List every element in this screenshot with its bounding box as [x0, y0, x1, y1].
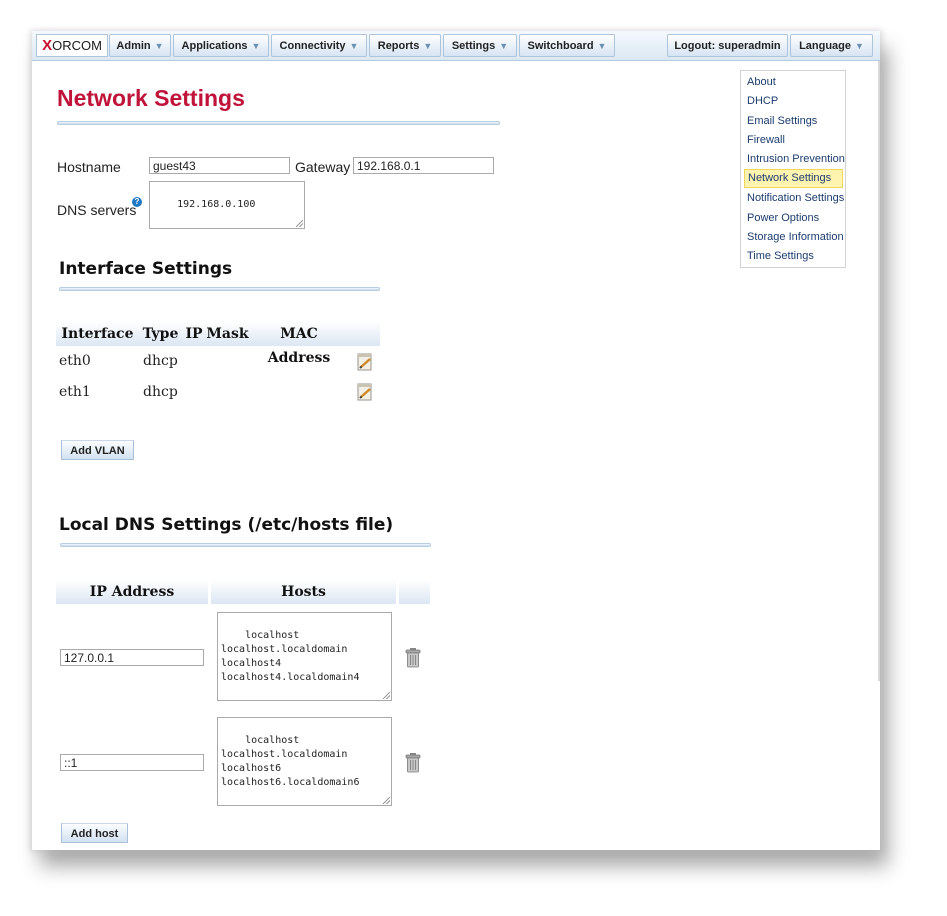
- col-actions: [349, 322, 380, 346]
- col-ip-address: IP Address: [56, 580, 210, 604]
- row-eth0-interface: eth0: [59, 353, 91, 369]
- sidemenu-item-intrusion-prevention[interactable]: Intrusion Prevention: [744, 150, 845, 169]
- sidemenu-item-storage-information[interactable]: Storage Information: [744, 228, 844, 247]
- sidemenu-item-power-options[interactable]: Power Options: [744, 209, 843, 228]
- title-divider: [57, 121, 500, 125]
- local-dns-divider: [60, 543, 431, 547]
- gateway-label: Gateway: [295, 159, 351, 175]
- row-eth1-type: dhcp: [143, 384, 178, 400]
- hosts-value: localhost localhost.localdomain localhos…: [221, 630, 360, 683]
- logout-label: Logout: superadmin: [674, 40, 781, 52]
- logo-text: ORCOM: [52, 38, 102, 53]
- nav-connectivity[interactable]: Connectivity ▼: [271, 34, 367, 57]
- trash-icon[interactable]: [404, 647, 422, 668]
- chevron-down-icon: ▼: [499, 41, 509, 51]
- trash-icon[interactable]: [404, 752, 422, 773]
- settings-sidemenu: About DHCP Email Settings Firewall Intru…: [740, 70, 846, 268]
- scrollbar-track[interactable]: [878, 61, 880, 681]
- sidemenu-item-notification-settings[interactable]: Notification Settings: [744, 189, 844, 208]
- nav-label: Settings: [451, 40, 496, 52]
- sidemenu-item-email-settings[interactable]: Email Settings: [744, 112, 843, 131]
- gateway-input[interactable]: [353, 157, 494, 174]
- page-title: Network Settings: [57, 85, 245, 111]
- nav-settings[interactable]: Settings ▼: [443, 34, 517, 57]
- col-mac-address: MAC Address: [249, 322, 349, 366]
- col-mask: Mask: [206, 322, 249, 346]
- resize-grip-icon[interactable]: [383, 797, 390, 804]
- sidemenu-item-network-settings[interactable]: Network Settings: [744, 169, 843, 188]
- col-hosts: Hosts: [211, 580, 398, 604]
- hostname-input[interactable]: [149, 157, 290, 174]
- chevron-down-icon: ▼: [855, 41, 864, 51]
- dns-servers-value: 192.168.0.100: [177, 199, 256, 210]
- col-interface: Interface: [56, 322, 139, 346]
- hosts-value: localhost localhost.localdomain localhos…: [221, 735, 360, 788]
- nav-label: Connectivity: [279, 40, 346, 52]
- chevron-down-icon: ▼: [154, 41, 164, 51]
- xorcom-logo[interactable]: XORCOM: [36, 34, 108, 57]
- add-host-button[interactable]: Add host: [61, 823, 128, 843]
- hosts-textarea[interactable]: localhost localhost.localdomain localhos…: [217, 717, 392, 806]
- nav-admin[interactable]: Admin ▼: [109, 34, 171, 57]
- row-eth0-type: dhcp: [143, 353, 178, 369]
- interface-divider: [59, 287, 380, 291]
- col-type: Type: [139, 322, 182, 346]
- dns-servers-textarea[interactable]: 192.168.0.100: [149, 181, 305, 229]
- logout-button[interactable]: Logout: superadmin: [667, 34, 788, 57]
- nav-applications[interactable]: Applications ▼: [173, 34, 269, 57]
- nav-label: Admin: [116, 40, 151, 52]
- chevron-down-icon: ▼: [423, 41, 433, 51]
- browser-page: XORCOM Admin ▼ Applications ▼ Connectivity…: [32, 31, 880, 850]
- col-ip: IP: [182, 322, 206, 346]
- logo-mark: X: [42, 37, 53, 54]
- chevron-down-icon: ▼: [597, 41, 607, 51]
- nav-label: Language: [799, 40, 852, 52]
- resize-grip-icon[interactable]: [296, 220, 303, 227]
- help-icon[interactable]: ?: [132, 197, 142, 207]
- dns-servers-label: DNS servers: [57, 202, 137, 218]
- edit-icon[interactable]: [356, 352, 374, 372]
- ip-address-input[interactable]: [60, 754, 204, 771]
- hosts-textarea[interactable]: localhost localhost.localdomain localhos…: [217, 612, 392, 701]
- resize-grip-icon[interactable]: [383, 692, 390, 699]
- sidemenu-item-about[interactable]: About: [744, 73, 843, 92]
- add-vlan-button[interactable]: Add VLAN: [61, 440, 134, 460]
- sidemenu-item-firewall[interactable]: Firewall: [744, 131, 843, 150]
- interface-settings-heading: Interface Settings: [59, 259, 233, 279]
- col-delete: [399, 580, 430, 604]
- edit-icon[interactable]: [356, 382, 374, 402]
- row-eth1-interface: eth1: [59, 384, 91, 400]
- ip-address-input[interactable]: [60, 649, 204, 666]
- sidemenu-item-time-settings[interactable]: Time Settings: [744, 247, 843, 266]
- top-nav: XORCOM Admin ▼ Applications ▼ Connectivity…: [32, 31, 880, 61]
- nav-switchboard[interactable]: Switchboard ▼: [519, 34, 615, 57]
- local-dns-heading: Local DNS Settings (/etc/hosts file): [59, 515, 394, 535]
- sidemenu-item-dhcp[interactable]: DHCP: [744, 92, 843, 111]
- nav-reports[interactable]: Reports ▼: [369, 34, 441, 57]
- nav-label: Applications: [181, 40, 248, 52]
- nav-language[interactable]: Language ▼: [790, 34, 873, 57]
- nav-label: Switchboard: [527, 40, 594, 52]
- chevron-down-icon: ▼: [349, 41, 359, 51]
- nav-label: Reports: [377, 40, 420, 52]
- chevron-down-icon: ▼: [251, 41, 261, 51]
- hostname-label: Hostname: [57, 159, 121, 175]
